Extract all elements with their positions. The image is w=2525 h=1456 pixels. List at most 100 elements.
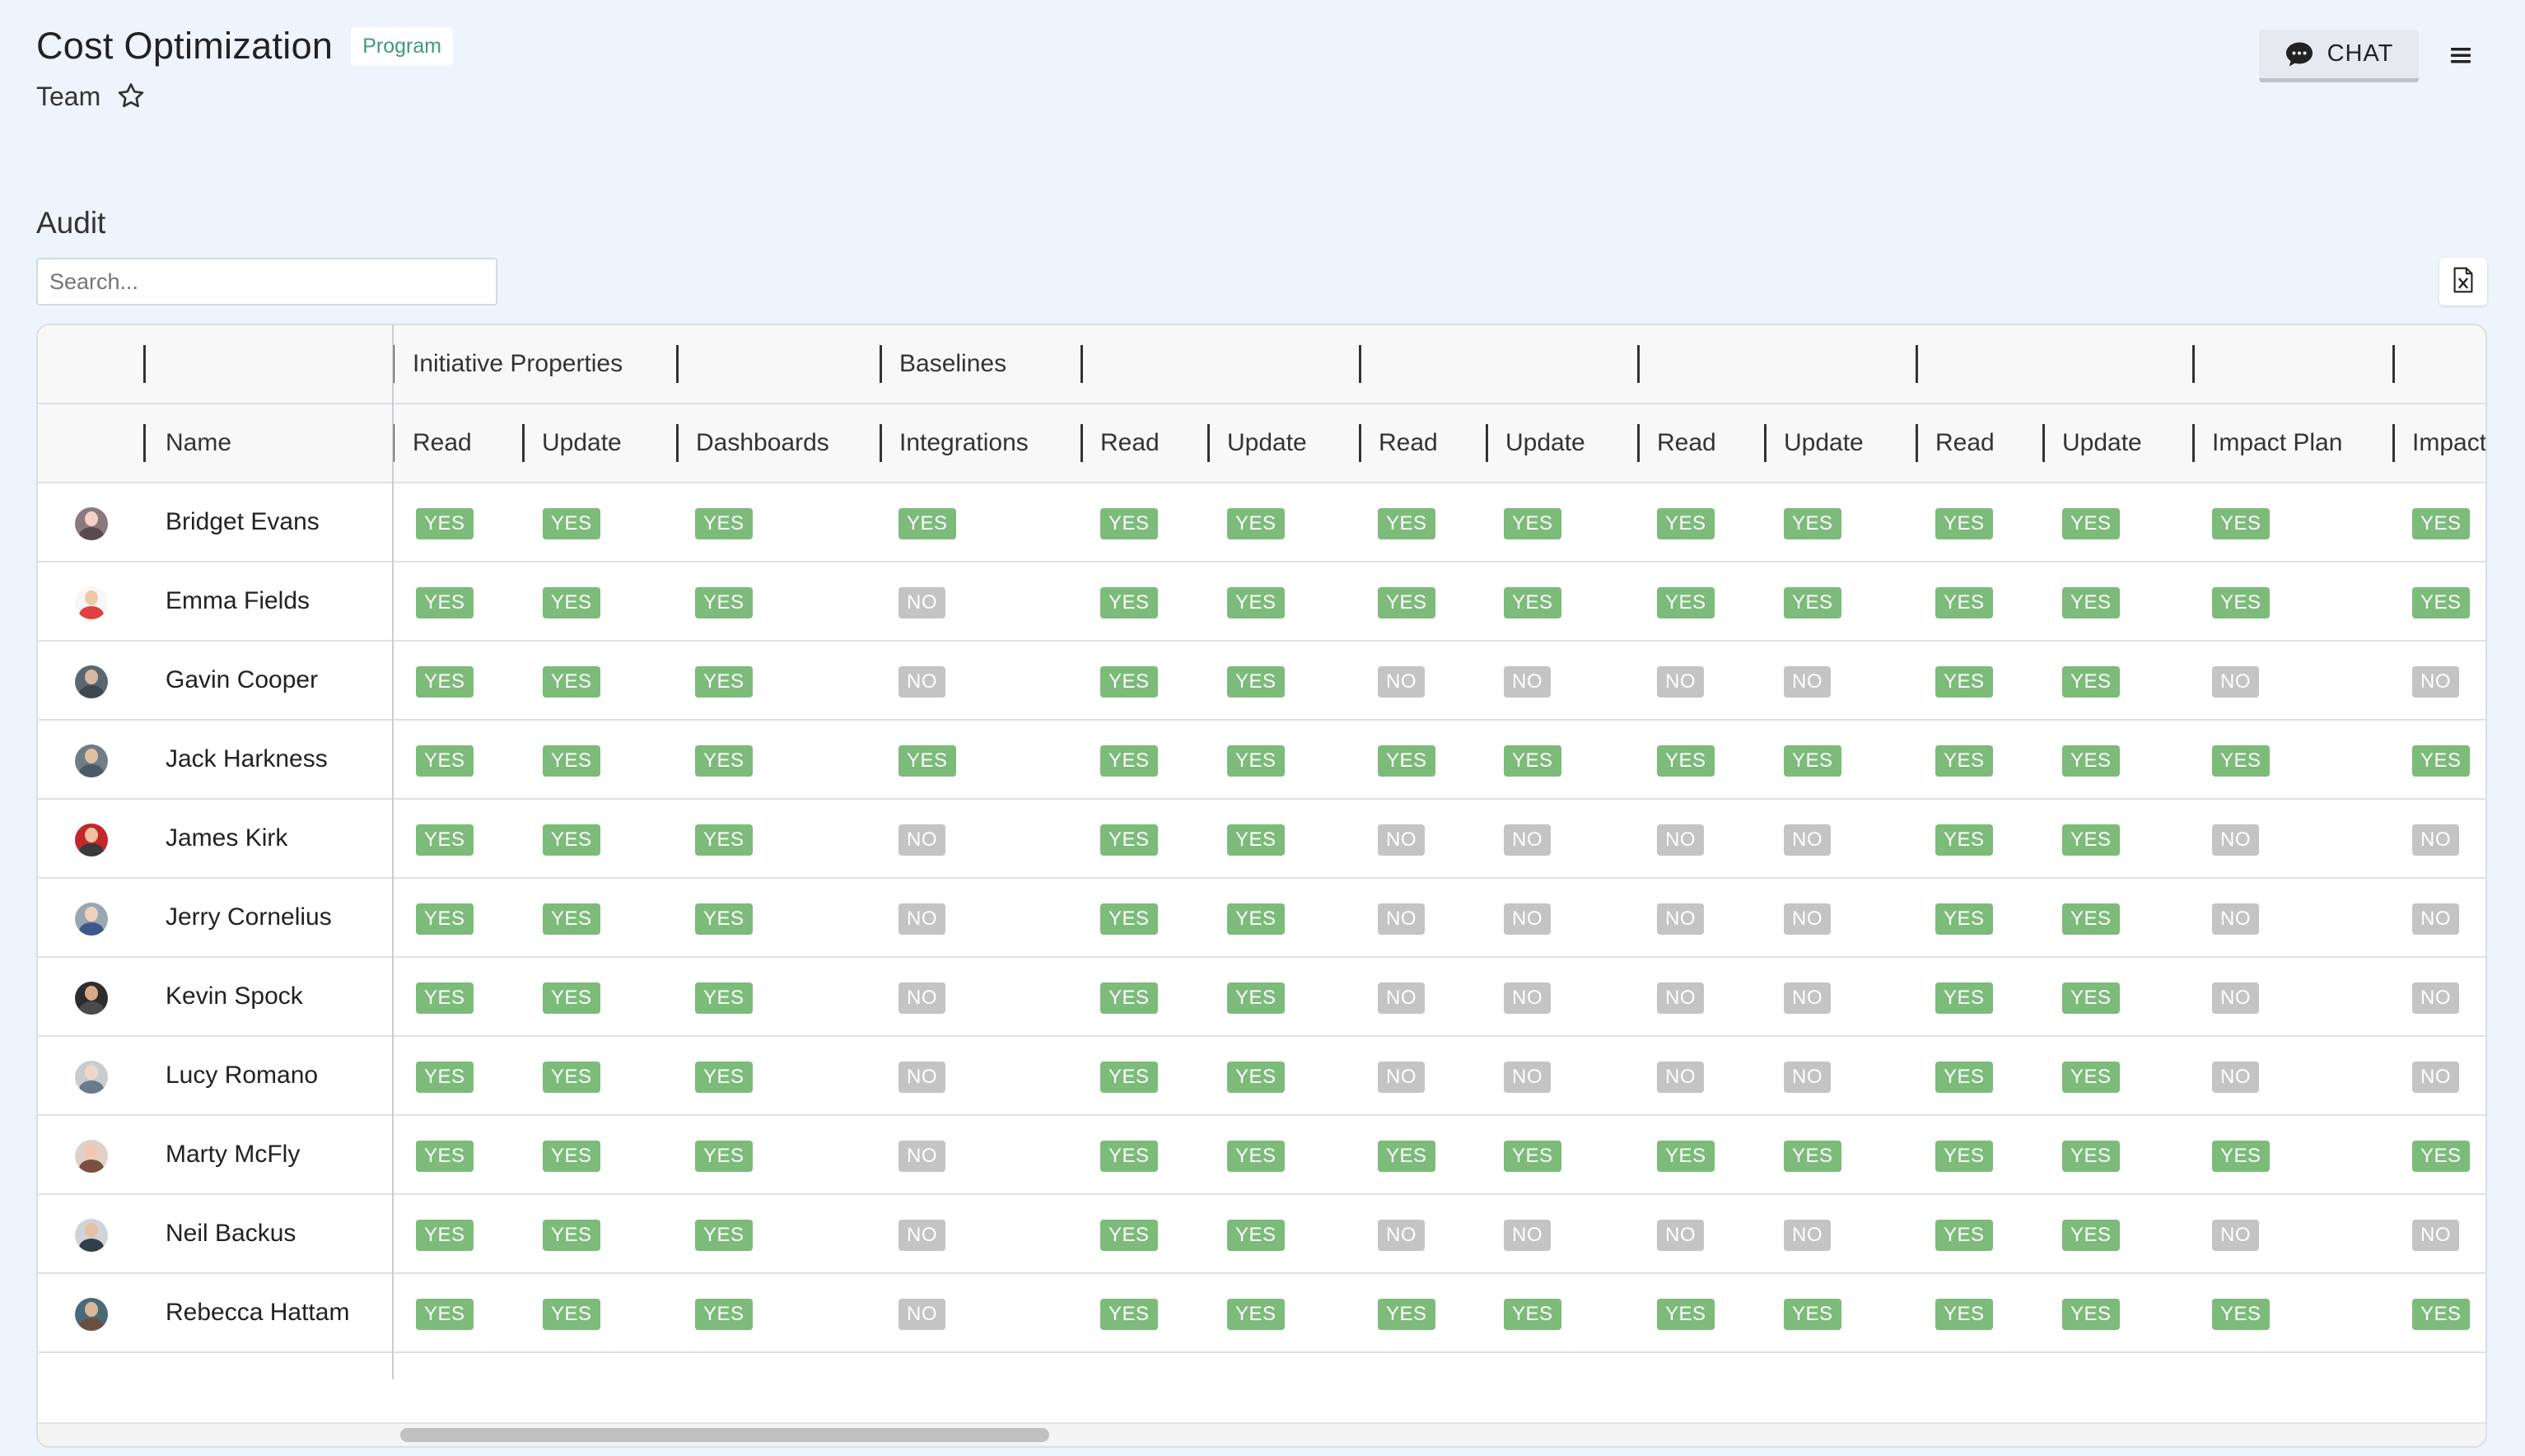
column-header[interactable]: Read [413,404,472,482]
column-header[interactable]: Read [1100,404,1160,482]
yes-badge: YES [1935,982,1993,1014]
yes-badge: YES [1227,745,1285,777]
table-row[interactable]: Emma Fields YES YES YES NO YES YES YES YES YES YES… [38,562,2485,642]
header-separator[interactable] [2192,345,2195,383]
column-header[interactable]: Integrations [899,404,1029,482]
column-resize-handle[interactable] [1637,424,1640,462]
yes-badge: YES [2412,508,2470,539]
table-row[interactable]: Jack Harkness YES YES YES YES YES YES YES YES YES… [38,721,2485,800]
table-row[interactable]: James Kirk YES YES YES NO YES YES NO NO NO NO YES YE… [38,800,2485,879]
column-resize-handle[interactable] [143,424,146,462]
column-header[interactable]: Read [1379,404,1438,482]
yes-badge: YES [1657,508,1715,539]
yes-badge: YES [416,587,474,618]
table-row[interactable]: Lucy Romano YES YES YES NO YES YES NO NO NO NO YES Y… [38,1037,2485,1116]
no-badge: NO [898,982,945,1014]
header-separator[interactable] [1916,345,1918,383]
header-separator[interactable] [1080,345,1083,383]
column-resize-handle[interactable] [1916,424,1918,462]
column-resize-handle[interactable] [1207,424,1210,462]
no-badge: NO [2212,666,2259,698]
no-badge: NO [1378,903,1425,935]
table-row[interactable]: Neil Backus YES YES YES NO YES YES NO NO NO NO YES Y… [38,1195,2485,1274]
yes-badge: YES [695,982,753,1014]
avatar [75,982,108,1015]
yes-badge: YES [1657,1299,1715,1330]
column-header[interactable]: Name [166,404,231,482]
export-excel-button[interactable] [2439,258,2487,306]
yes-badge: YES [2062,508,2120,539]
column-header[interactable]: Impact [2412,404,2485,482]
column-header[interactable]: Update [542,404,622,482]
yes-badge: YES [2412,1141,2470,1172]
yes-badge: YES [543,1141,600,1172]
column-header[interactable]: Update [2062,404,2142,482]
hamburger-menu-icon[interactable] [2446,41,2476,69]
column-resize-handle[interactable] [1080,424,1083,462]
column-header[interactable]: Dashboards [696,404,829,482]
yes-badge: YES [1657,745,1715,777]
column-resize-handle[interactable] [1486,424,1488,462]
column-header[interactable]: Read [1935,404,1995,482]
excel-export-icon [2453,267,2474,297]
no-badge: NO [1784,982,1831,1014]
yes-badge: YES [543,824,600,856]
avatar [75,1061,108,1094]
table-row[interactable]: Kevin Spock YES YES YES NO YES YES NO NO NO NO YES Y… [38,958,2485,1037]
column-resize-handle[interactable] [2042,424,2045,462]
header-separator[interactable] [1359,345,1361,383]
column-resize-handle[interactable] [522,424,525,462]
yes-badge: YES [1378,508,1435,539]
yes-badge: YES [416,824,474,856]
yes-badge: YES [898,508,956,539]
table-row[interactable]: Bridget Evans YES YES YES YES YES YES YES YES YES… [38,483,2485,562]
yes-badge: YES [1935,824,1993,856]
header-separator[interactable] [143,345,146,383]
no-badge: NO [898,666,945,698]
yes-badge: YES [1657,587,1715,618]
yes-badge: YES [2062,1141,2120,1172]
no-badge: NO [1657,903,1704,935]
yes-badge: YES [416,1141,474,1172]
column-resize-handle[interactable] [2192,424,2195,462]
column-resize-handle[interactable] [880,424,882,462]
person-name: Kevin Spock [166,982,303,1010]
program-badge: Program [351,26,454,66]
header-separator[interactable] [676,345,679,383]
column-header[interactable]: Update [1505,404,1585,482]
column-resize-handle[interactable] [2392,424,2395,462]
column-resize-handle[interactable] [676,424,679,462]
column-header[interactable]: Read [1657,404,1716,482]
header-separator[interactable] [2392,345,2395,383]
table-row[interactable]: Marty McFly YES YES YES NO YES YES YES YES YES YES… [38,1116,2485,1195]
yes-badge: YES [695,745,753,777]
header-separator[interactable] [880,345,882,383]
yes-badge: YES [1378,745,1435,777]
yes-badge: YES [695,824,753,856]
person-name: Gavin Cooper [166,666,319,693]
search-input[interactable] [36,258,497,306]
group-header-row: Initiative Properties Baselines [38,325,2485,404]
yes-badge: YES [543,982,600,1014]
table-row[interactable]: Rebecca Hattam YES YES YES NO YES YES YES YES YES… [38,1274,2485,1353]
yes-badge: YES [695,666,753,698]
yes-badge: YES [1227,1062,1285,1093]
yes-badge: YES [1784,1299,1841,1330]
yes-badge: YES [695,587,753,618]
no-badge: NO [1504,824,1551,856]
column-header[interactable]: Update [1227,404,1307,482]
table-row[interactable]: Gavin Cooper YES YES YES NO YES YES NO NO NO NO YES… [38,642,2485,721]
header-separator[interactable] [1637,345,1640,383]
column-header[interactable]: Impact Plan [2212,404,2342,482]
column-resize-handle[interactable] [1359,424,1361,462]
yes-badge: YES [1378,1299,1435,1330]
star-icon[interactable] [115,81,147,112]
column-header[interactable]: Update [1784,404,1864,482]
table-row[interactable]: Jerry Cornelius YES YES YES NO YES YES NO NO NO NO… [38,879,2485,958]
horizontal-scrollbar-thumb[interactable] [400,1428,1049,1442]
yes-badge: YES [1935,1220,1993,1251]
chat-button[interactable]: CHAT [2259,30,2419,82]
column-resize-handle[interactable] [1764,424,1767,462]
yes-badge: YES [1935,666,1993,698]
no-badge: NO [1378,1062,1425,1093]
